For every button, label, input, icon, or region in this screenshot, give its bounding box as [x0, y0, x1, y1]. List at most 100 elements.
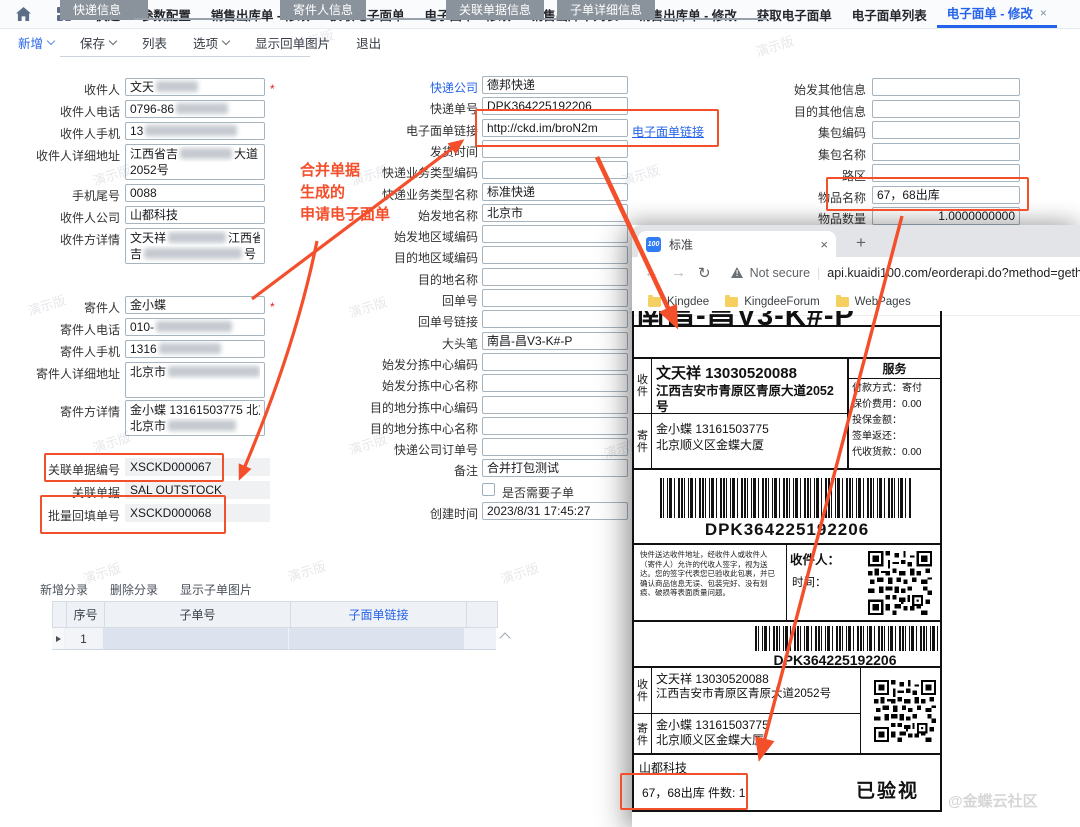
waybill-number: DPK364225192206	[634, 520, 940, 540]
bookmark-0[interactable]: Kingdee	[648, 296, 709, 308]
sender-address-input[interactable]: 北京市	[125, 362, 265, 398]
origin-sort-name-input[interactable]	[482, 374, 628, 392]
forward-icon[interactable]: →	[671, 264, 686, 281]
origin-name-input[interactable]: 北京市	[482, 204, 628, 222]
tracking-no-input[interactable]: DPK364225192206	[482, 97, 628, 115]
courier-order-no-input[interactable]	[482, 438, 628, 456]
qr-code	[868, 551, 932, 615]
qr-code	[874, 680, 936, 742]
sender-name-input[interactable]: 金小蝶	[125, 296, 265, 314]
recipient-address-input[interactable]: 江西省吉大道2052号	[125, 144, 265, 180]
label-address-block: 收件 文天祥 13030520088 江西吉安市青原区青原大道2052号 寄件 …	[634, 359, 940, 470]
table-cell[interactable]	[103, 628, 289, 650]
table-cell[interactable]	[52, 628, 65, 650]
toolbar-new-button[interactable]: 新增	[18, 33, 54, 52]
subform-button-2[interactable]: 显示子单图片	[180, 581, 252, 598]
sender-phone-input[interactable]: 010-	[125, 318, 265, 336]
dest-other-input[interactable]	[872, 100, 1020, 118]
remark-input[interactable]: 合并打包测试	[482, 459, 628, 477]
recipient-mobile-input[interactable]: 13	[125, 122, 265, 140]
item-qty-input[interactable]: 1.0000000000	[872, 207, 1020, 225]
table-cell[interactable]: 1	[65, 628, 103, 650]
sender-mobile-label: 寄件人手机	[2, 343, 120, 360]
folder-icon	[648, 297, 661, 307]
table-cell[interactable]	[289, 628, 465, 650]
label-bottom-address-block: 收件 文天祥 13030520088江西吉安市青原区青原大道2052号 寄件 金…	[634, 668, 940, 755]
dest-sort-code-input[interactable]	[482, 396, 628, 414]
sender-mobile-input[interactable]: 1316	[125, 340, 265, 358]
dest-name-input[interactable]	[482, 268, 628, 286]
road-area-input[interactable]	[872, 164, 1020, 182]
not-secure-icon[interactable]	[731, 267, 744, 279]
recipient-company-input[interactable]: 山都科技	[125, 206, 265, 224]
toolbar-exit-button[interactable]: 退出	[356, 33, 381, 52]
label-verified-stamp: 已验视	[856, 776, 919, 803]
recipient-detail-input[interactable]: 文天祥江西省吉号	[125, 228, 265, 264]
ship-time-label: 发货时间	[333, 143, 478, 160]
biz-type-code-input[interactable]	[482, 161, 628, 179]
redacted-text	[168, 420, 236, 431]
arrow-to-backfill-no	[240, 241, 317, 478]
recipient-mobile-label: 收件人手机	[2, 125, 120, 142]
bookmark-2[interactable]: WebPages	[836, 296, 911, 308]
bookmark-1[interactable]: KingdeeForum	[725, 296, 819, 308]
redacted-text	[145, 125, 237, 136]
tab-close-icon[interactable]: ×	[1040, 6, 1047, 20]
refresh-icon[interactable]: ↻	[698, 264, 711, 282]
receipt-link-input[interactable]	[482, 310, 628, 328]
receipt-no-input[interactable]	[482, 289, 628, 307]
dest-area-code-input[interactable]	[482, 246, 628, 264]
back-icon[interactable]: ←	[644, 264, 659, 281]
pack-code-input[interactable]	[872, 121, 1020, 139]
subform-button-0[interactable]: 新增分录	[40, 581, 88, 598]
service-item: 代收货款：0.00	[849, 443, 940, 459]
subform-buttons: 新增分录 删除分录 显示子单图片	[40, 581, 252, 598]
toolbar-list-button[interactable]: 列表	[142, 33, 167, 52]
subform-button-1[interactable]: 删除分录	[110, 581, 158, 598]
toolbar-show-receipt-image-button[interactable]: 显示回单图片	[255, 33, 330, 52]
label-footer: 山都科技 67，68出库 件数: 1 已验视	[634, 755, 940, 812]
label-empty-row	[634, 327, 940, 359]
eorder-link-label: 电子面单链接	[333, 122, 478, 139]
sender-detail-input[interactable]: 金小蝶 13161503775 北京市北京市	[125, 400, 265, 436]
address-bar[interactable]: api.kuaidi100.com/eorderapi.do?method=ge…	[827, 266, 1080, 280]
origin-other-input[interactable]	[872, 78, 1020, 96]
folder-icon	[836, 297, 849, 307]
origin-sort-code-input[interactable]	[482, 353, 628, 371]
folder-icon	[725, 297, 738, 307]
scroll-up-icon[interactable]	[499, 632, 510, 643]
browser-tab-title: 标准	[669, 236, 816, 253]
table-row[interactable]: 1	[52, 628, 498, 650]
create-time-input[interactable]: 2023/8/31 17:45:27	[482, 502, 628, 520]
big-marker-input[interactable]: 南昌-昌V3-K#-P	[482, 332, 628, 350]
item-name-input[interactable]: 67，68出库	[872, 186, 1020, 204]
need-suborder-checkbox[interactable]	[482, 483, 495, 496]
redacted-text	[156, 81, 198, 92]
road-area-label: 路区	[762, 167, 866, 184]
mobile-tail-input[interactable]: 0088	[125, 184, 265, 202]
browser-tab[interactable]: 100 标准 ×	[638, 231, 836, 257]
recipient-phone-input[interactable]: 0796-86	[125, 100, 265, 118]
courier-company-input[interactable]: 德邦快递	[482, 76, 628, 94]
toolbar-save-button[interactable]: 保存	[80, 33, 116, 52]
barcode	[660, 478, 912, 518]
biz-type-name-input[interactable]: 标准快递	[482, 183, 628, 201]
table-cell[interactable]	[465, 628, 496, 650]
new-tab-button[interactable]: +	[848, 230, 874, 256]
recipient-name-input[interactable]: 文天	[125, 78, 265, 96]
tab-7[interactable]: 电子面单列表	[842, 0, 937, 28]
origin-area-code-input[interactable]	[482, 225, 628, 243]
barcode	[755, 626, 938, 651]
courier-company-label: 快递公司	[333, 79, 478, 96]
tab-close-icon[interactable]: ×	[820, 237, 828, 252]
eorder-link-anchor[interactable]: 电子面单链接	[632, 123, 704, 140]
tab-8[interactable]: 电子面单 - 修改×	[937, 0, 1057, 28]
home-icon[interactable]	[16, 7, 31, 21]
sign-time-label: 时间：	[792, 574, 827, 590]
dest-sort-name-input[interactable]	[482, 417, 628, 435]
eorder-link-input[interactable]: http://ckd.im/broN2m	[482, 119, 628, 137]
ship-time-input[interactable]	[482, 140, 628, 158]
toolbar-options-button[interactable]: 选项	[193, 33, 229, 52]
sender-address-label: 寄件人详细地址	[2, 365, 120, 382]
pack-name-input[interactable]	[872, 143, 1020, 161]
